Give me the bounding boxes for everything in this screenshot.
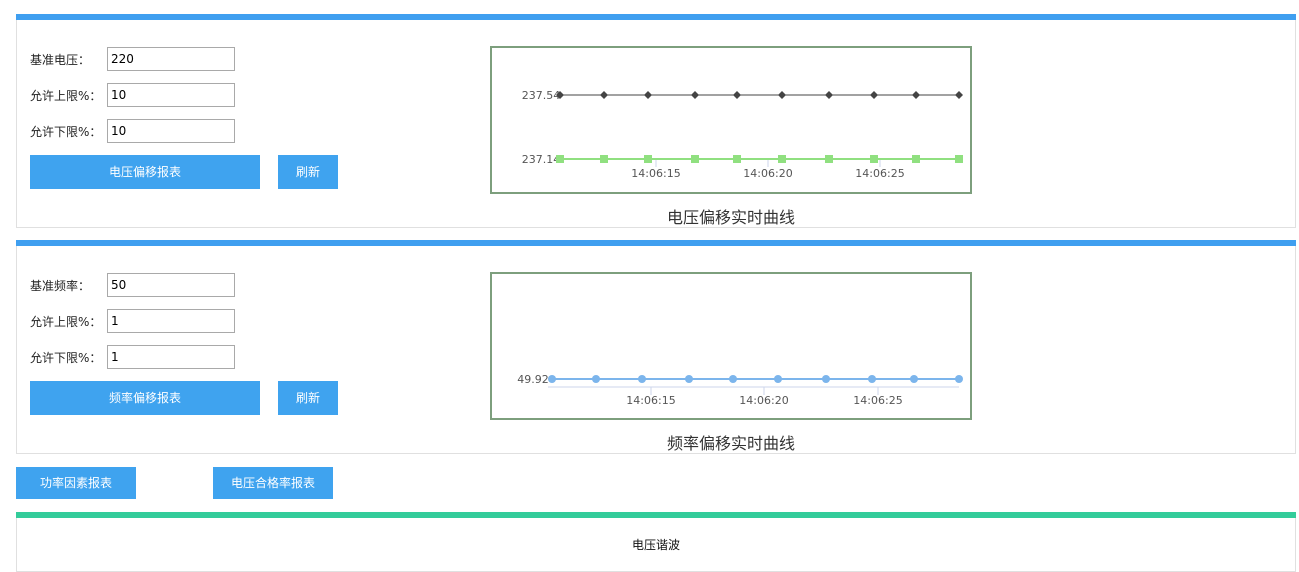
frequency-offset-report-button[interactable]: 频率偏移报表 [30, 381, 260, 415]
data-point [691, 155, 699, 163]
data-point [912, 91, 920, 99]
x-tick-label: 14:06:20 [743, 167, 792, 180]
data-point [638, 375, 646, 383]
voltage-offset-panel: 基准电压： 允许上限%： 允许下限%： 电压偏移报表 刷新 14:06:1514… [16, 14, 1296, 228]
frequency-offset-panel: 基准频率： 允许上限%： 允许下限%： 频率偏移报表 刷新 14:06:1514… [16, 240, 1296, 454]
x-tick-label: 14:06:15 [631, 167, 680, 180]
frequency-refresh-button[interactable]: 刷新 [278, 381, 338, 415]
voltage-upper-limit-input[interactable] [107, 83, 235, 107]
voltage-chart: 14:06:15 14:06:20 14:06:25 237.54 237.14 [490, 46, 972, 194]
panel-header-bar [16, 14, 1296, 20]
x-tick-label: 14:06:25 [853, 394, 902, 407]
data-point [733, 155, 741, 163]
voltage-lower-limit-input[interactable] [107, 119, 235, 143]
data-point [733, 91, 741, 99]
x-tick-label: 14:06:15 [626, 394, 675, 407]
data-point [912, 155, 920, 163]
data-point [868, 375, 876, 383]
frequency-lower-limit-label: 允许下限%： [30, 351, 102, 365]
base-frequency-input[interactable] [107, 273, 235, 297]
voltage-lower-limit-label: 允许下限%： [30, 125, 102, 139]
voltage-upper-limit-label: 允许上限%： [30, 89, 102, 103]
panel-header-bar [16, 512, 1296, 518]
frequency-chart: 14:06:15 14:06:20 14:06:25 49.92 [490, 272, 972, 420]
base-frequency-label: 基准频率： [30, 279, 91, 293]
x-tick-label: 14:06:25 [855, 167, 904, 180]
power-factor-report-button[interactable]: 功率因素报表 [16, 467, 136, 499]
data-point [955, 91, 963, 99]
data-point [685, 375, 693, 383]
frequency-chart-title: 频率偏移实时曲线 [666, 434, 795, 453]
data-point [592, 375, 600, 383]
y-tick-label: 237.14 [522, 153, 561, 166]
data-point [825, 155, 833, 163]
voltage-harmonic-panel: 电压谐波 [16, 512, 1296, 572]
data-point [691, 91, 699, 99]
frequency-upper-limit-label: 允许上限%： [30, 315, 102, 329]
x-tick-label: 14:06:20 [739, 394, 788, 407]
voltage-harmonic-title: 电压谐波 [631, 538, 680, 552]
y-tick-label: 49.92 [517, 373, 549, 386]
data-point [644, 91, 652, 99]
y-tick-label: 237.54 [522, 89, 561, 102]
data-point [774, 375, 782, 383]
frequency-lower-limit-input[interactable] [107, 345, 235, 369]
data-point [778, 155, 786, 163]
data-point [825, 91, 833, 99]
frequency-upper-limit-input[interactable] [107, 309, 235, 333]
base-voltage-label: 基准电压： [30, 53, 91, 67]
data-point [778, 91, 786, 99]
data-point [870, 155, 878, 163]
data-point [870, 91, 878, 99]
voltage-pass-rate-report-button[interactable]: 电压合格率报表 [213, 467, 333, 499]
data-point [729, 375, 737, 383]
data-point [548, 375, 556, 383]
voltage-chart-title: 电压偏移实时曲线 [666, 208, 795, 227]
data-point [556, 155, 564, 163]
data-point [644, 155, 652, 163]
data-point [600, 91, 608, 99]
voltage-refresh-button[interactable]: 刷新 [278, 155, 338, 189]
base-voltage-input[interactable] [107, 47, 235, 71]
data-point [822, 375, 830, 383]
panel-header-bar [16, 240, 1296, 246]
voltage-offset-report-button[interactable]: 电压偏移报表 [30, 155, 260, 189]
data-point [600, 155, 608, 163]
data-point [955, 375, 963, 383]
data-point [910, 375, 918, 383]
data-point [955, 155, 963, 163]
